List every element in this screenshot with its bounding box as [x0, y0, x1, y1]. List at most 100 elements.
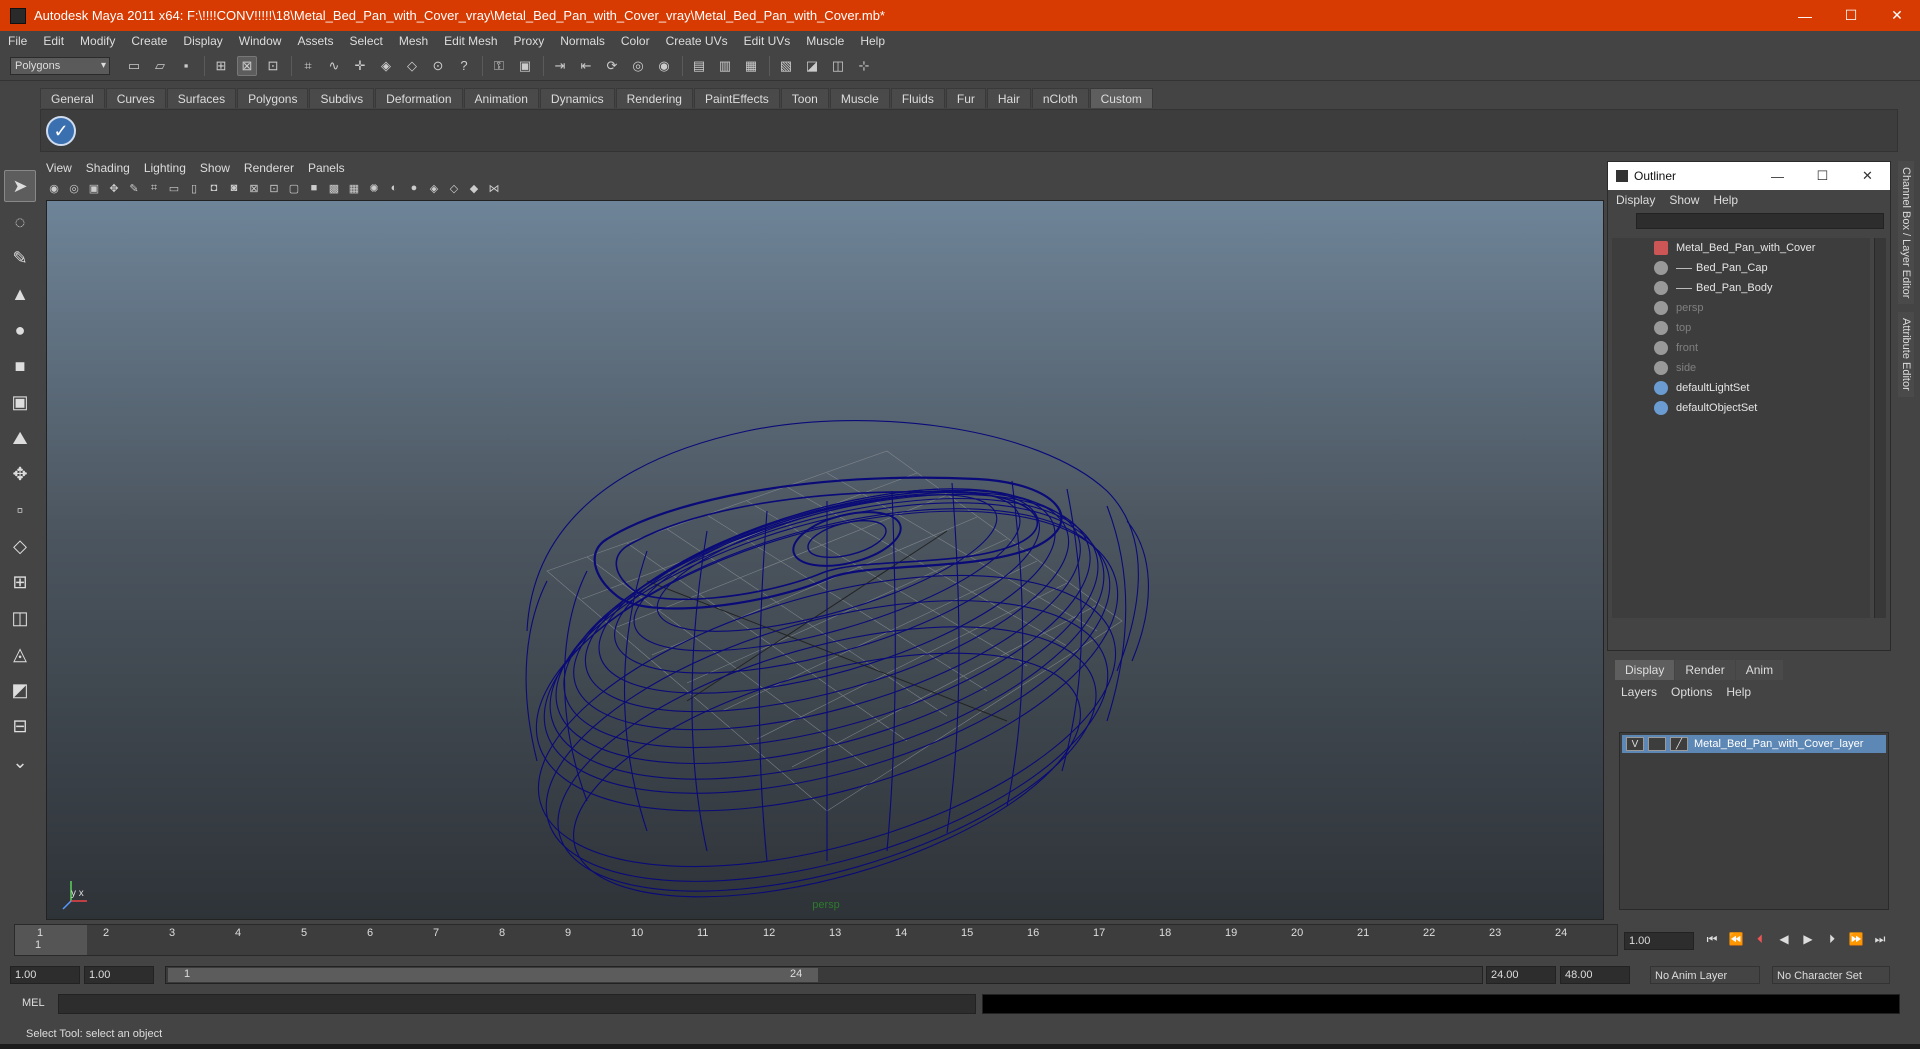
layer-tab-anim[interactable]: Anim: [1735, 660, 1784, 680]
film-gate-icon[interactable]: ▭: [166, 180, 182, 196]
menu-edit-mesh[interactable]: Edit Mesh: [444, 34, 497, 48]
layer-type-toggle[interactable]: [1648, 737, 1666, 751]
outliner-item-top[interactable]: top: [1612, 318, 1870, 338]
camera-attributes-icon[interactable]: ◉: [46, 180, 62, 196]
last-tool-icon[interactable]: ▫: [4, 494, 36, 526]
grease-pencil-icon[interactable]: ✎: [126, 180, 142, 196]
menu-modify[interactable]: Modify: [80, 34, 115, 48]
shelf-tab-ncloth[interactable]: nCloth: [1031, 88, 1089, 108]
wireframe-icon[interactable]: ▢: [286, 180, 302, 196]
menu-assets[interactable]: Assets: [297, 34, 333, 48]
help-icon[interactable]: ?: [454, 56, 474, 76]
step-back-frame-icon[interactable]: ⏴: [1748, 932, 1772, 947]
layer-menu-layers[interactable]: Layers: [1621, 685, 1657, 699]
shelf-tab-painteffects[interactable]: PaintEffects: [693, 88, 780, 108]
menu-window[interactable]: Window: [239, 34, 282, 48]
menu-edit[interactable]: Edit: [43, 34, 64, 48]
high-quality-icon[interactable]: ●: [406, 180, 422, 196]
menu-muscle[interactable]: Muscle: [806, 34, 844, 48]
layer-color-swatch[interactable]: ╱: [1670, 737, 1688, 751]
outliner-item-side[interactable]: side: [1612, 358, 1870, 378]
universal-manipulator-icon[interactable]: ▣: [4, 386, 36, 418]
anim-layer-dropdown[interactable]: No Anim Layer: [1650, 966, 1760, 984]
menu-color[interactable]: Color: [621, 34, 650, 48]
channel-box-tab[interactable]: Channel Box / Layer Editor: [1898, 161, 1914, 305]
resolution-gate-icon[interactable]: ▯: [186, 180, 202, 196]
camera-bookmark-icon[interactable]: ◎: [66, 180, 82, 196]
menu-help[interactable]: Help: [860, 34, 885, 48]
render-view-icon[interactable]: ▧: [776, 56, 796, 76]
paint-select-tool-icon[interactable]: ✎: [4, 242, 36, 274]
command-input[interactable]: [58, 994, 976, 1014]
use-all-lights-icon[interactable]: ✺: [366, 180, 382, 196]
persp-graph-hypergraph-icon[interactable]: ⊟: [4, 710, 36, 742]
range-slider-thumb[interactable]: 1 24: [168, 968, 818, 982]
panel-menu-lighting[interactable]: Lighting: [144, 161, 186, 175]
outliner-item-bed-pan-body[interactable]: Bed_Pan_Body: [1612, 278, 1870, 298]
select-hierarchy-icon[interactable]: ⊞: [211, 56, 231, 76]
character-set-dropdown[interactable]: No Character Set: [1772, 966, 1890, 984]
xray-joints-icon[interactable]: ◆: [466, 180, 482, 196]
checkmark-icon[interactable]: ✓: [46, 116, 76, 146]
minimize-button[interactable]: —: [1782, 0, 1828, 31]
shelf-tab-custom[interactable]: Custom: [1089, 88, 1153, 108]
outliner-close-button[interactable]: ✕: [1845, 168, 1890, 184]
menu-proxy[interactable]: Proxy: [514, 34, 545, 48]
snap-curve-icon[interactable]: ∿: [324, 56, 344, 76]
maximize-button[interactable]: ☐: [1828, 0, 1874, 31]
shelf-tab-surfaces[interactable]: Surfaces: [166, 88, 237, 108]
hypergraph-panel-icon[interactable]: ⋈: [486, 180, 502, 196]
camera-icon[interactable]: ◪: [802, 56, 822, 76]
input-ops-icon[interactable]: ⇥: [550, 56, 570, 76]
xray-icon[interactable]: ◇: [446, 180, 462, 196]
command-language-label[interactable]: MEL: [22, 997, 45, 1009]
history-icon[interactable]: ⊙: [428, 56, 448, 76]
safe-action-icon[interactable]: ⊠: [246, 180, 262, 196]
open-scene-icon[interactable]: ▱: [150, 56, 170, 76]
layer-tab-render[interactable]: Render: [1675, 660, 1735, 680]
panel-menu-renderer[interactable]: Renderer: [244, 161, 294, 175]
outliner-item-default-object-set[interactable]: defaultObjectSet: [1612, 398, 1870, 418]
panel-menu-view[interactable]: View: [46, 161, 72, 175]
outliner-menu-show[interactable]: Show: [1669, 193, 1699, 207]
render-settings-icon[interactable]: ▤: [689, 56, 709, 76]
layer-menu-options[interactable]: Options: [1671, 685, 1712, 699]
animation-end-field[interactable]: 48.00: [1560, 966, 1630, 984]
menu-create[interactable]: Create: [131, 34, 167, 48]
layer-menu-help[interactable]: Help: [1726, 685, 1751, 699]
shelf-tab-dynamics[interactable]: Dynamics: [539, 88, 615, 108]
current-frame-field[interactable]: 1.00: [1624, 932, 1694, 950]
hypergraph-icon[interactable]: ⊹: [854, 56, 874, 76]
lock-selection-icon[interactable]: ⚿: [489, 56, 509, 76]
input-field-icon[interactable]: ▦: [741, 56, 761, 76]
playback-end-field[interactable]: 24.00: [1486, 966, 1556, 984]
move-tool-icon[interactable]: ▲: [4, 278, 36, 310]
menu-edit-uvs[interactable]: Edit UVs: [744, 34, 791, 48]
highlight-selection-icon[interactable]: ▣: [515, 56, 535, 76]
close-button[interactable]: ✕: [1874, 0, 1920, 31]
outliner-menu-help[interactable]: Help: [1713, 193, 1738, 207]
show-manipulator-icon[interactable]: ✥: [4, 458, 36, 490]
shelf-tab-subdivs[interactable]: Subdivs: [309, 88, 375, 108]
shelf-tab-rendering[interactable]: Rendering: [615, 88, 693, 108]
outliner-item-metal-bed-pan[interactable]: Metal_Bed_Pan_with_Cover: [1612, 238, 1870, 258]
panel-menu-shading[interactable]: Shading: [86, 161, 130, 175]
snap-view-icon[interactable]: ◈: [376, 56, 396, 76]
rotate-tool-icon[interactable]: ●: [4, 314, 36, 346]
shelf-tab-curves[interactable]: Curves: [105, 88, 166, 108]
persp-outliner-layout-icon[interactable]: ◫: [4, 602, 36, 634]
play-backwards-icon[interactable]: ◀: [1772, 932, 1796, 947]
render-frame-icon[interactable]: ◎: [628, 56, 648, 76]
safe-title-icon[interactable]: ⊡: [266, 180, 282, 196]
outliner-item-bed-pan-cap[interactable]: Bed_Pan_Cap: [1612, 258, 1870, 278]
outliner-item-front[interactable]: front: [1612, 338, 1870, 358]
shadows-icon[interactable]: ◐: [386, 180, 402, 196]
panel-menu-show[interactable]: Show: [200, 161, 230, 175]
gate-mask-icon[interactable]: ◘: [206, 180, 222, 196]
menu-select[interactable]: Select: [349, 34, 382, 48]
select-object-icon[interactable]: ⊠: [237, 55, 257, 76]
outliner-maximize-button[interactable]: ☐: [1800, 168, 1845, 184]
time-slider-current-frame[interactable]: [15, 925, 87, 955]
animation-start-field[interactable]: 1.00: [10, 966, 80, 984]
outliner-minimize-button[interactable]: —: [1755, 169, 1800, 184]
